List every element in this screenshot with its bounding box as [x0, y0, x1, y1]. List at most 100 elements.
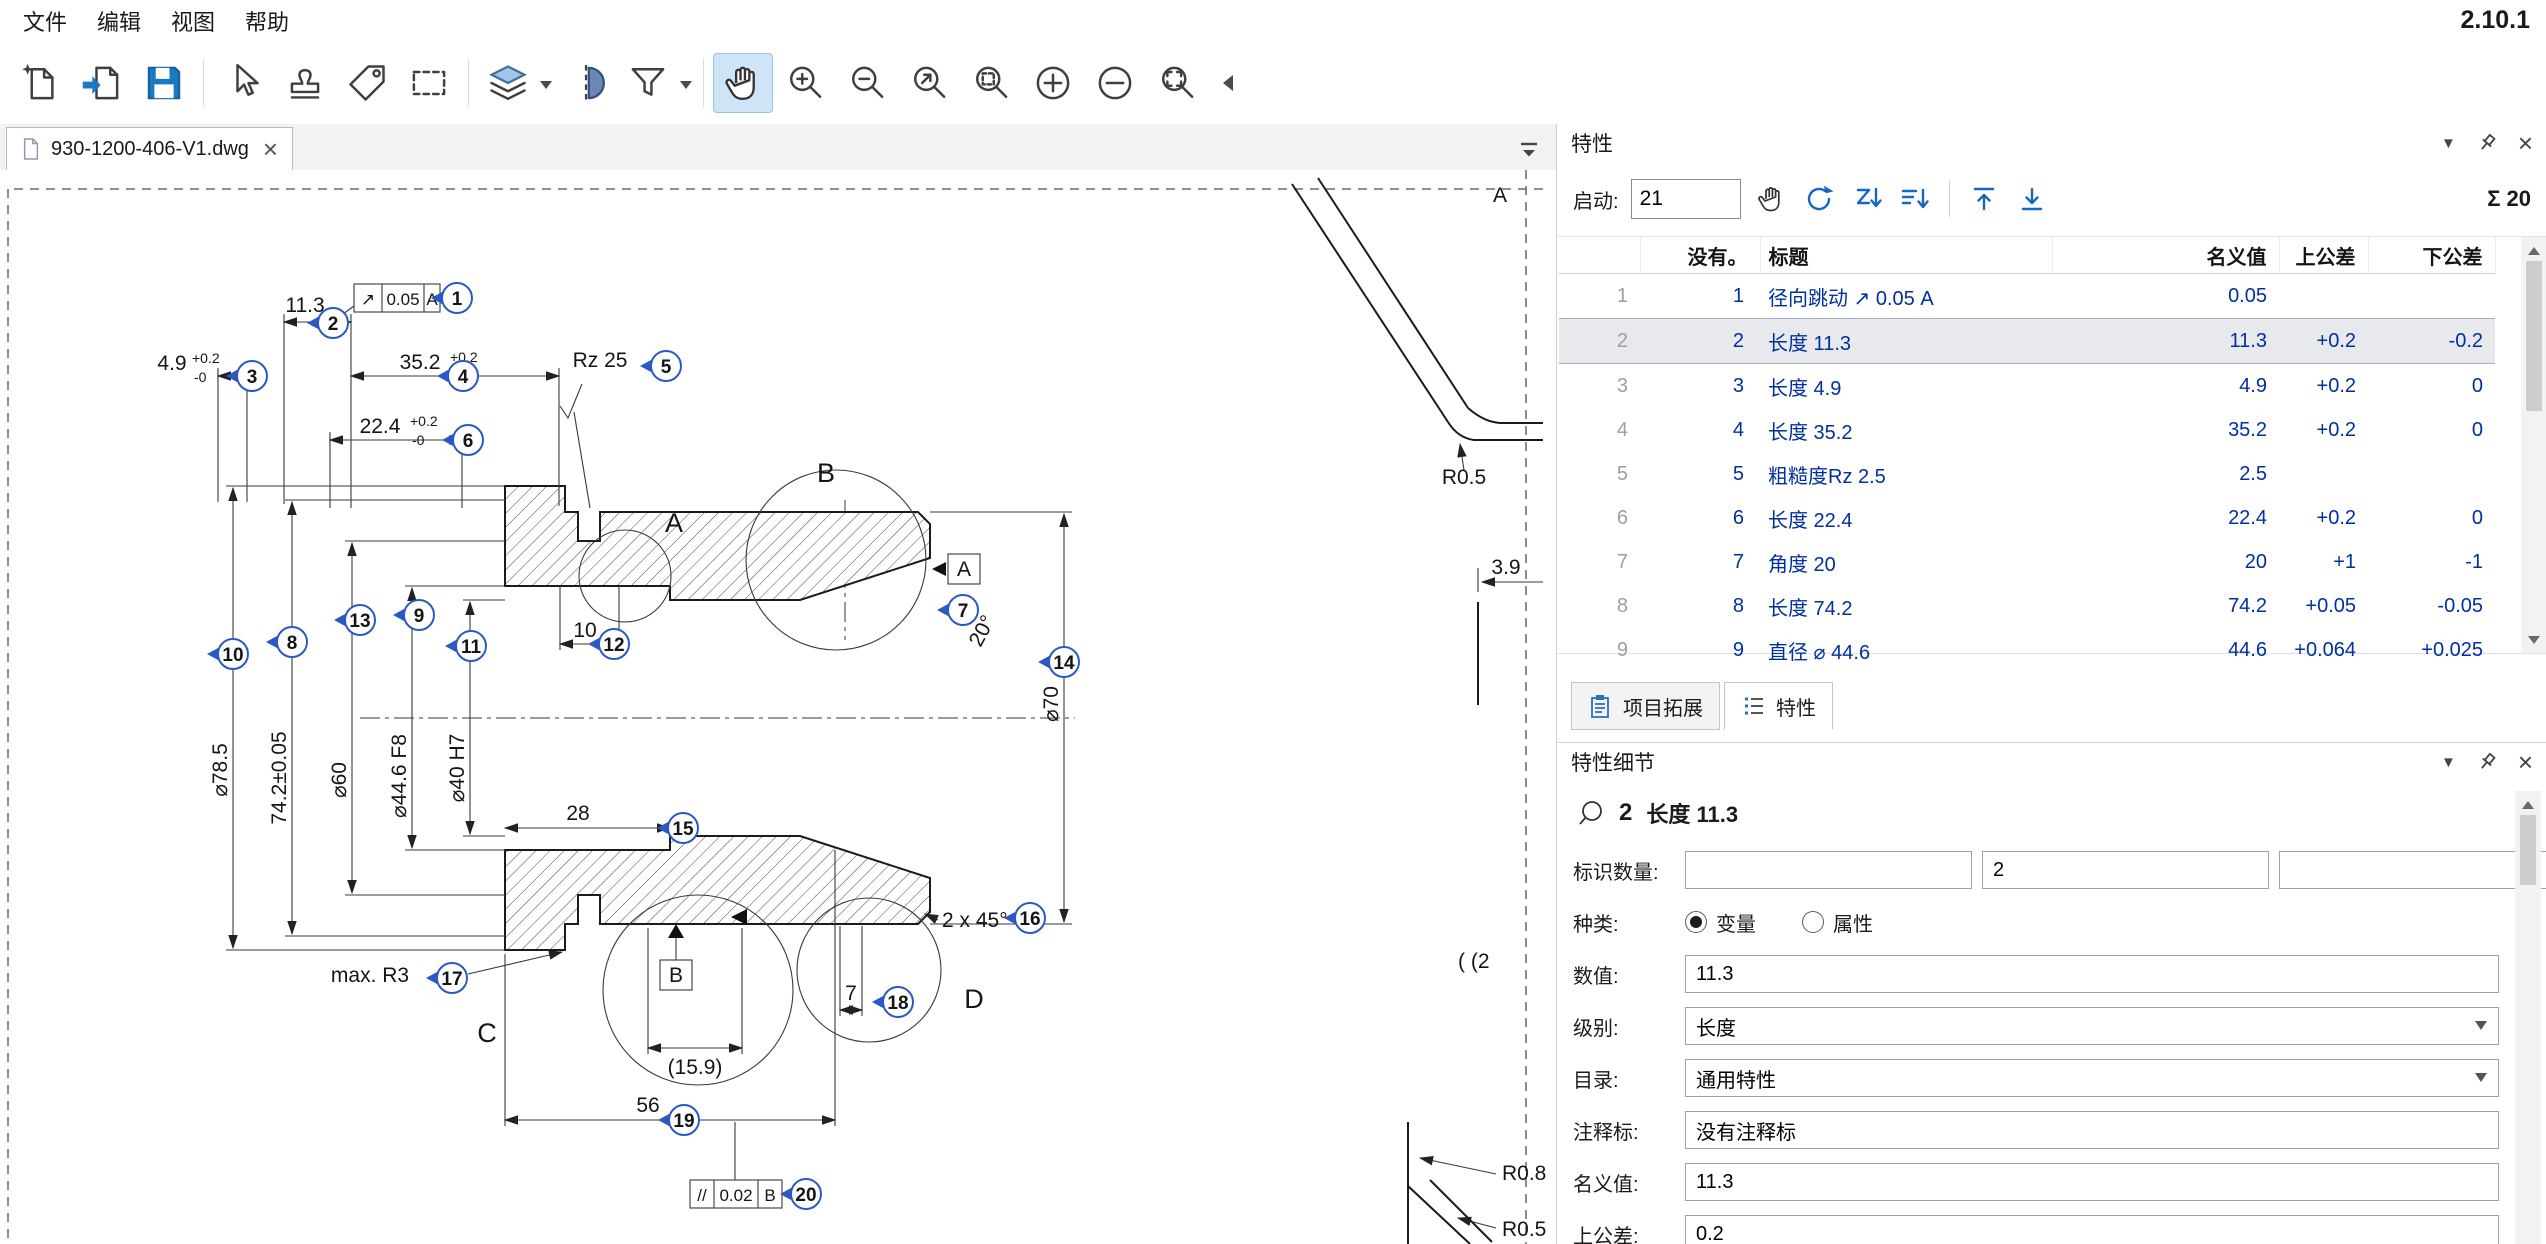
cell-no[interactable]: 5 [1640, 452, 1760, 496]
cell-no[interactable]: 8 [1640, 584, 1760, 628]
balloon-10[interactable]: 10 [207, 639, 248, 669]
save-button[interactable] [134, 53, 194, 113]
sort-list-icon[interactable] [1897, 181, 1933, 217]
balloon-5[interactable]: 5 [640, 351, 681, 381]
document-tab[interactable]: 930-1200-406-V1.dwg × [6, 127, 293, 170]
collapse-left-icon[interactable] [1215, 75, 1233, 91]
id-count-input-2[interactable] [1982, 851, 2269, 889]
cell-idx[interactable]: 9 [1559, 628, 1640, 672]
cell-title[interactable]: 长度 35.2 [1760, 408, 2052, 452]
refresh-icon[interactable] [1801, 181, 1837, 217]
balloon-8[interactable]: 8 [266, 627, 307, 657]
cell-idx[interactable]: 5 [1559, 452, 1640, 496]
cell-nom[interactable]: 0.05 [2052, 274, 2279, 319]
cell-no[interactable]: 2 [1640, 319, 1760, 364]
move-top-icon[interactable] [1966, 181, 2002, 217]
col-header-no[interactable]: 没有。 [1640, 237, 1760, 274]
cell-no[interactable]: 9 [1640, 628, 1760, 672]
filter-dropdown-icon[interactable] [680, 81, 692, 95]
cell-lo[interactable]: -1 [2368, 540, 2495, 584]
increase-button[interactable] [1023, 53, 1083, 113]
cell-title[interactable]: 径向跳动 ↗ 0.05 A [1760, 274, 2052, 319]
balloon-7[interactable]: 7 [937, 595, 978, 625]
cell-up[interactable]: +0.2 [2279, 408, 2368, 452]
cell-nom[interactable]: 20 [2052, 540, 2279, 584]
start-input[interactable] [1631, 179, 1741, 219]
cell-lo[interactable]: 0 [2368, 496, 2495, 540]
cell-idx[interactable]: 3 [1559, 364, 1640, 409]
cell-lo[interactable]: 0 [2368, 408, 2495, 452]
cell-nom[interactable]: 35.2 [2052, 408, 2279, 452]
layers-dropdown-icon[interactable] [540, 81, 552, 95]
cell-title[interactable]: 角度 20 [1760, 540, 2052, 584]
pin-icon[interactable] [2476, 132, 2498, 154]
cell-no[interactable]: 1 [1640, 274, 1760, 319]
cell-idx[interactable]: 6 [1559, 496, 1640, 540]
zoom-in-button[interactable] [775, 53, 835, 113]
balloon-11[interactable]: 11 [445, 631, 486, 661]
mirror-button[interactable] [556, 53, 616, 113]
cell-title[interactable]: 长度 22.4 [1760, 496, 2052, 540]
table-row[interactable]: 55粗糙度Rz 2.52.5 [1559, 452, 2495, 496]
cell-up[interactable] [2279, 452, 2368, 496]
balloon-4[interactable]: 4 [437, 361, 478, 391]
balloon-16[interactable]: 16 [1004, 903, 1045, 933]
cell-up[interactable] [2279, 274, 2368, 319]
cell-title[interactable]: 直径 ⌀ 44.6 [1760, 628, 2052, 672]
cell-lo[interactable]: +0.025 [2368, 628, 2495, 672]
value-input[interactable] [1685, 955, 2499, 993]
cell-up[interactable]: +1 [2279, 540, 2368, 584]
tag-button[interactable] [337, 53, 397, 113]
filter-button[interactable] [618, 53, 678, 113]
col-header-lower[interactable]: 下公差 [2368, 237, 2495, 274]
table-row[interactable]: 11径向跳动 ↗ 0.05 A0.05 [1559, 274, 2495, 319]
cell-nom[interactable]: 4.9 [2052, 364, 2279, 409]
tab-close-icon[interactable]: × [263, 139, 278, 159]
cell-idx[interactable]: 7 [1559, 540, 1640, 584]
balloon-13[interactable]: 13 [334, 605, 375, 635]
cell-nom[interactable]: 2.5 [2052, 452, 2279, 496]
cell-up[interactable]: +0.064 [2279, 628, 2368, 672]
table-row[interactable]: 22长度 11.311.3+0.2-0.2 [1559, 319, 2495, 364]
pan-button[interactable] [713, 53, 773, 113]
col-header-nominal[interactable]: 名义值 [2052, 237, 2279, 274]
menu-item-0[interactable]: 文件 [8, 1, 82, 41]
marquee-select-button[interactable] [399, 53, 459, 113]
table-row[interactable]: 99直径 ⌀ 44.644.6+0.064+0.025 [1559, 628, 2495, 672]
cell-nom[interactable]: 74.2 [2052, 584, 2279, 628]
class-select[interactable] [1685, 1007, 2499, 1045]
scrollbar-thumb[interactable] [2520, 815, 2536, 885]
balloon-6[interactable]: 6 [442, 425, 483, 455]
zoom-window-button[interactable] [1147, 53, 1207, 113]
cell-no[interactable]: 7 [1640, 540, 1760, 584]
cell-idx[interactable]: 1 [1559, 274, 1640, 319]
cell-title[interactable]: 长度 4.9 [1760, 364, 2052, 409]
id-count-input-3[interactable] [2279, 851, 2546, 889]
panel-chevron-down-icon[interactable]: ▼ [2441, 754, 2456, 771]
balloon-15[interactable]: 15 [657, 813, 698, 843]
radio-variable[interactable]: 变量 [1685, 908, 1756, 937]
new-document-button[interactable] [10, 53, 70, 113]
tab-properties[interactable]: 特性 [1724, 682, 1833, 730]
table-row[interactable]: 88长度 74.274.2+0.05-0.05 [1559, 584, 2495, 628]
tab-project-extension[interactable]: 项目拓展 [1571, 682, 1720, 730]
cell-up[interactable]: +0.05 [2279, 584, 2368, 628]
cell-nom[interactable]: 44.6 [2052, 628, 2279, 672]
cell-idx[interactable]: 2 [1559, 319, 1640, 364]
col-header-upper[interactable]: 上公差 [2279, 237, 2368, 274]
open-document-button[interactable] [72, 53, 132, 113]
cell-nom[interactable]: 11.3 [2052, 319, 2279, 364]
decrease-button[interactable] [1085, 53, 1145, 113]
scroll-up-icon[interactable] [2521, 237, 2546, 261]
table-row[interactable]: 66长度 22.422.4+0.20 [1559, 496, 2495, 540]
cell-up[interactable]: +0.2 [2279, 319, 2368, 364]
stamp-button[interactable] [275, 53, 335, 113]
pin-icon[interactable] [2476, 751, 2498, 773]
cell-title[interactable]: 粗糙度Rz 2.5 [1760, 452, 2052, 496]
upper-tolerance-input[interactable] [1685, 1215, 2499, 1244]
col-header-title[interactable]: 标题 [1760, 237, 2052, 274]
id-count-input-1[interactable] [1685, 851, 1972, 889]
layers-button[interactable] [478, 53, 538, 113]
cell-up[interactable]: +0.2 [2279, 364, 2368, 409]
cell-no[interactable]: 4 [1640, 408, 1760, 452]
